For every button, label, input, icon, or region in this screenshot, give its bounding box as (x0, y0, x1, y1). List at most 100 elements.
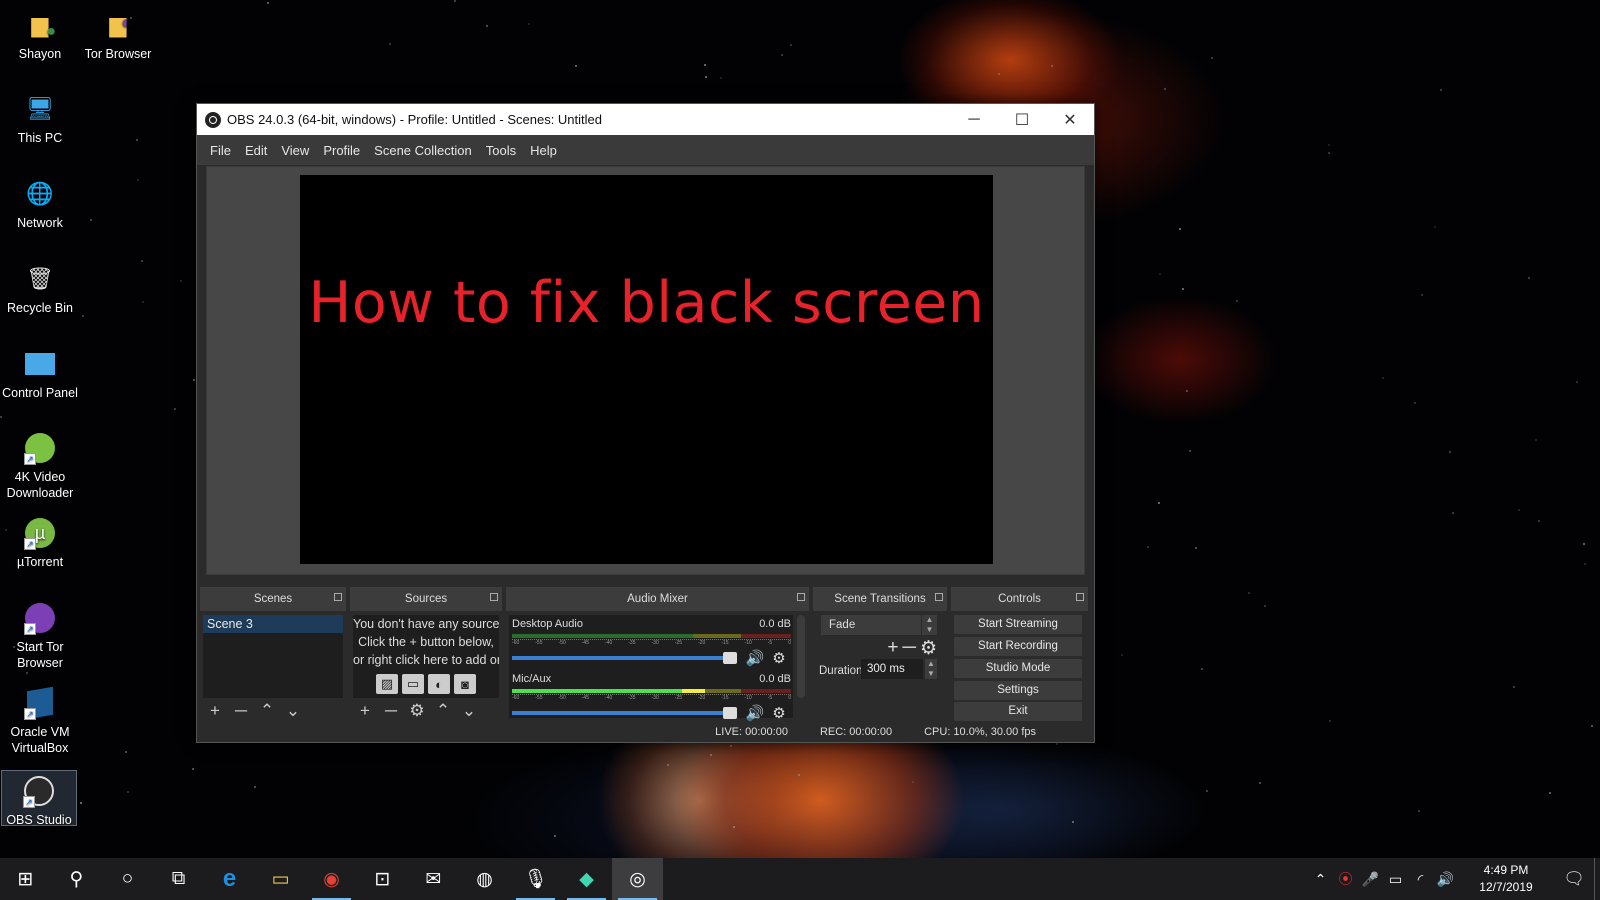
undock-icon[interactable] (1076, 593, 1084, 601)
desktop-icon-utorrent[interactable]: µ ↗ µTorrent (0, 516, 80, 570)
record-indicator-icon[interactable]: ⦿ (1333, 869, 1358, 889)
start-recording-button[interactable]: Start Recording (954, 637, 1082, 656)
desktop-icon-tor-browser-folder[interactable]: ▆ ◐ Tor Browser (78, 8, 158, 62)
desktop-icon-control-panel[interactable]: Control Panel (0, 347, 80, 401)
taskbar-filmora[interactable]: ◆ (561, 858, 612, 900)
move-scene-down-icon[interactable]: ⌄ (282, 701, 304, 721)
add-source-icon[interactable]: + (354, 701, 376, 721)
taskbar-edge[interactable]: e (204, 858, 255, 900)
preview-area[interactable]: How to fix black screen (206, 166, 1085, 575)
audio-mixer-dock: Audio Mixer Desktop Audio 0.0 dB -60 -55 -… (506, 587, 809, 722)
volume-slider[interactable] (512, 707, 737, 719)
volume-icon[interactable]: 🔊 (1433, 871, 1458, 888)
microphone-tray-icon[interactable]: 🎤 (1358, 871, 1383, 888)
star (1591, 725, 1593, 727)
sources-list[interactable]: You don't have any sources. Click the + … (353, 615, 499, 698)
battery-icon[interactable]: ▭ (1383, 871, 1408, 888)
studio-mode-button[interactable]: Studio Mode (954, 659, 1082, 678)
action-center-icon[interactable]: 🗨 (1554, 869, 1594, 889)
menu-help[interactable]: Help (523, 143, 564, 158)
move-scene-up-icon[interactable]: ⌃ (256, 701, 278, 721)
star (781, 54, 783, 56)
desktop-icon-this-pc[interactable]: 🖥 This PC (0, 92, 80, 146)
scenes-list[interactable]: Scene 3 (203, 615, 343, 698)
source-settings-icon[interactable]: ⚙ (406, 701, 428, 721)
controls-dock: Controls Start Streaming Start Recording… (951, 587, 1088, 722)
search-button[interactable]: ⚲ (51, 858, 102, 900)
transition-select[interactable]: Fade ▲ ▼ (821, 615, 937, 635)
wifi-icon[interactable]: ◜ (1408, 871, 1433, 888)
taskbar-obs[interactable]: ◎ (612, 858, 663, 900)
star (554, 835, 556, 837)
desktop-icon-shayon[interactable]: ▆ ● Shayon (0, 8, 80, 62)
cpu-status: CPU: 10.0%, 30.00 fps (924, 726, 1036, 738)
meter-tick-label: -25 (674, 640, 682, 646)
taskbar-voice-recorder[interactable]: 🎙 (510, 858, 561, 900)
menu-view[interactable]: View (274, 143, 316, 158)
taskbar-mail[interactable]: ✉ (408, 858, 459, 900)
undock-icon[interactable] (334, 593, 342, 601)
scene-item[interactable]: Scene 3 (203, 615, 343, 633)
undock-icon[interactable] (935, 593, 943, 601)
undock-icon[interactable] (490, 593, 498, 601)
close-button[interactable]: ✕ (1046, 104, 1094, 135)
add-transition-icon[interactable]: + (887, 637, 898, 660)
remove-transition-icon[interactable]: ─ (902, 637, 915, 660)
remove-source-icon[interactable]: ─ (380, 701, 402, 721)
volume-slider-thumb[interactable] (723, 652, 737, 664)
star (1549, 792, 1551, 794)
start-streaming-button[interactable]: Start Streaming (954, 615, 1082, 634)
remove-scene-icon[interactable]: ─ (230, 701, 252, 721)
gear-icon[interactable]: ⚙ (767, 649, 791, 667)
desktop-icon-obs-studio[interactable]: ↗ OBS Studio (1, 770, 77, 827)
exit-button[interactable]: Exit (954, 702, 1082, 721)
start-button[interactable]: ⊞ (0, 858, 51, 900)
taskbar-file-explorer[interactable]: ▭ (255, 858, 306, 900)
volume-slider[interactable] (512, 652, 737, 664)
desktop-icon-start-tor-browser[interactable]: ↗ Start Tor Browser (0, 601, 80, 671)
add-scene-icon[interactable]: + (204, 701, 226, 721)
desktop-icon-network[interactable]: 🌐 Network (0, 177, 80, 231)
scenes-dock: Scenes Scene 3 + ─ ⌃ ⌄ (200, 587, 346, 722)
undock-icon[interactable] (797, 593, 805, 601)
menu-profile[interactable]: Profile (316, 143, 367, 158)
title-bar[interactable]: OBS 24.0.3 (64-bit, windows) - Profile: … (197, 104, 1094, 135)
star (1147, 546, 1149, 548)
star (704, 64, 706, 66)
volume-slider-thumb[interactable] (723, 707, 737, 719)
show-hidden-icons-chevron-icon[interactable]: ⌃ (1308, 871, 1333, 888)
gear-icon[interactable]: ⚙ (767, 704, 791, 722)
show-desktop-button[interactable] (1594, 858, 1600, 900)
star (1421, 294, 1423, 296)
minimize-button[interactable]: ─ (950, 104, 998, 135)
move-source-down-icon[interactable]: ⌄ (458, 701, 480, 721)
maximize-button[interactable]: ☐ (998, 104, 1046, 135)
desktop-icon-4k-video-downloader[interactable]: ↗ 4K Video Downloader (0, 431, 80, 501)
move-source-up-icon[interactable]: ⌃ (432, 701, 454, 721)
menu-file[interactable]: File (203, 143, 238, 158)
menu-tools[interactable]: Tools (479, 143, 523, 158)
desktop-icon-recycle-bin[interactable]: 🗑 Recycle Bin (0, 262, 80, 316)
preview-canvas[interactable]: How to fix black screen (300, 175, 993, 564)
mixer-scrollbar[interactable] (797, 615, 805, 698)
task-view-button[interactable]: ⧉ (153, 858, 204, 900)
menu-edit[interactable]: Edit (238, 143, 274, 158)
star (705, 76, 707, 78)
star (1211, 57, 1213, 59)
duration-spinner[interactable]: ▲ ▼ (925, 659, 937, 679)
speaker-icon[interactable]: 🔊 (743, 704, 767, 722)
taskbar-store[interactable]: ⊡ (357, 858, 408, 900)
settings-button[interactable]: Settings (954, 681, 1082, 700)
desktop-icon-label: Start Tor Browser (16, 640, 64, 670)
clock[interactable]: 4:49 PM 12/7/2019 (1466, 862, 1546, 896)
transition-settings-icon[interactable]: ⚙ (920, 637, 937, 660)
meter-level (512, 689, 705, 693)
taskbar-chrome[interactable]: ◉ (306, 858, 357, 900)
menu-scene-collection[interactable]: Scene Collection (367, 143, 479, 158)
duration-input[interactable]: 300 ms (861, 659, 923, 679)
desktop-icon-virtualbox[interactable]: ↗ Oracle VM VirtualBox (0, 686, 80, 756)
cortana-button[interactable]: ○ (102, 858, 153, 900)
speaker-icon[interactable]: 🔊 (743, 649, 767, 667)
taskbar-xbox[interactable]: ◍ (459, 858, 510, 900)
obs-icon: ↗ (21, 774, 57, 808)
